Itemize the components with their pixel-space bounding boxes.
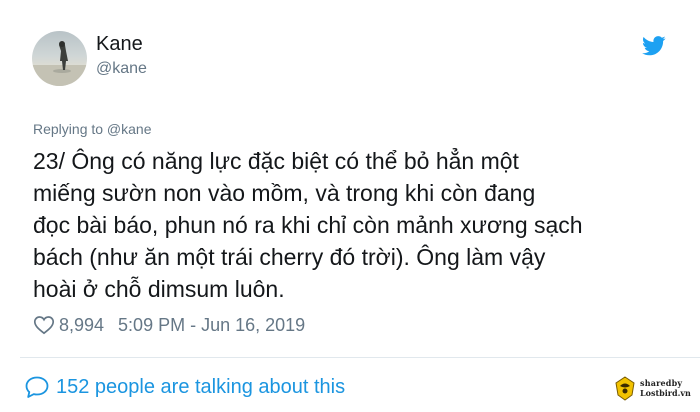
divider — [20, 357, 700, 358]
tweet-text: 23/ Ông có năng lực đặc biệt có thể bỏ h… — [33, 145, 673, 305]
watermark-line2: Lostbird.vn — [640, 388, 691, 398]
avatar-photo — [32, 41, 87, 86]
tweet-meta: 8,994 5:09 PM - Jun 16, 2019 — [33, 312, 305, 338]
tweet-text-line: 23/ Ông có năng lực đặc biệt có thể bỏ h… — [33, 148, 519, 174]
speech-bubble-icon — [25, 376, 49, 398]
heart-icon[interactable] — [33, 315, 55, 335]
display-name[interactable]: Kane — [96, 33, 143, 56]
conversation-link[interactable]: 152 people are talking about this — [24, 373, 345, 401]
tweet-text-line: đọc bài báo, phun nó ra khi chỉ còn mảnh… — [33, 212, 583, 238]
tweet-text-line: bách (như ăn một trái cherry đó trời). Ô… — [33, 244, 546, 270]
bird-logo-icon — [615, 376, 635, 401]
twitter-bird-icon[interactable] — [642, 36, 666, 56]
tweet-text-line: hoài ở chỗ dimsum luôn. — [33, 276, 285, 302]
like-count[interactable]: 8,994 — [59, 315, 104, 336]
conversation-link-label: 152 people are talking about this — [56, 375, 346, 398]
watermark-line1: sharedby — [640, 378, 683, 388]
avatar[interactable] — [32, 31, 87, 86]
tweet-embed-card: Kane @kane Replying to @kane 23/ Ông có … — [0, 0, 700, 412]
replying-to-label[interactable]: Replying to @kane — [33, 121, 152, 137]
tweet-timestamp[interactable]: 5:09 PM - Jun 16, 2019 — [118, 315, 305, 336]
watermark: sharedby Lostbird.vn — [613, 372, 691, 404]
user-handle[interactable]: @kane — [96, 60, 147, 78]
tweet-text-line: miếng sườn non vào mồm, và trong khi còn… — [33, 180, 536, 206]
